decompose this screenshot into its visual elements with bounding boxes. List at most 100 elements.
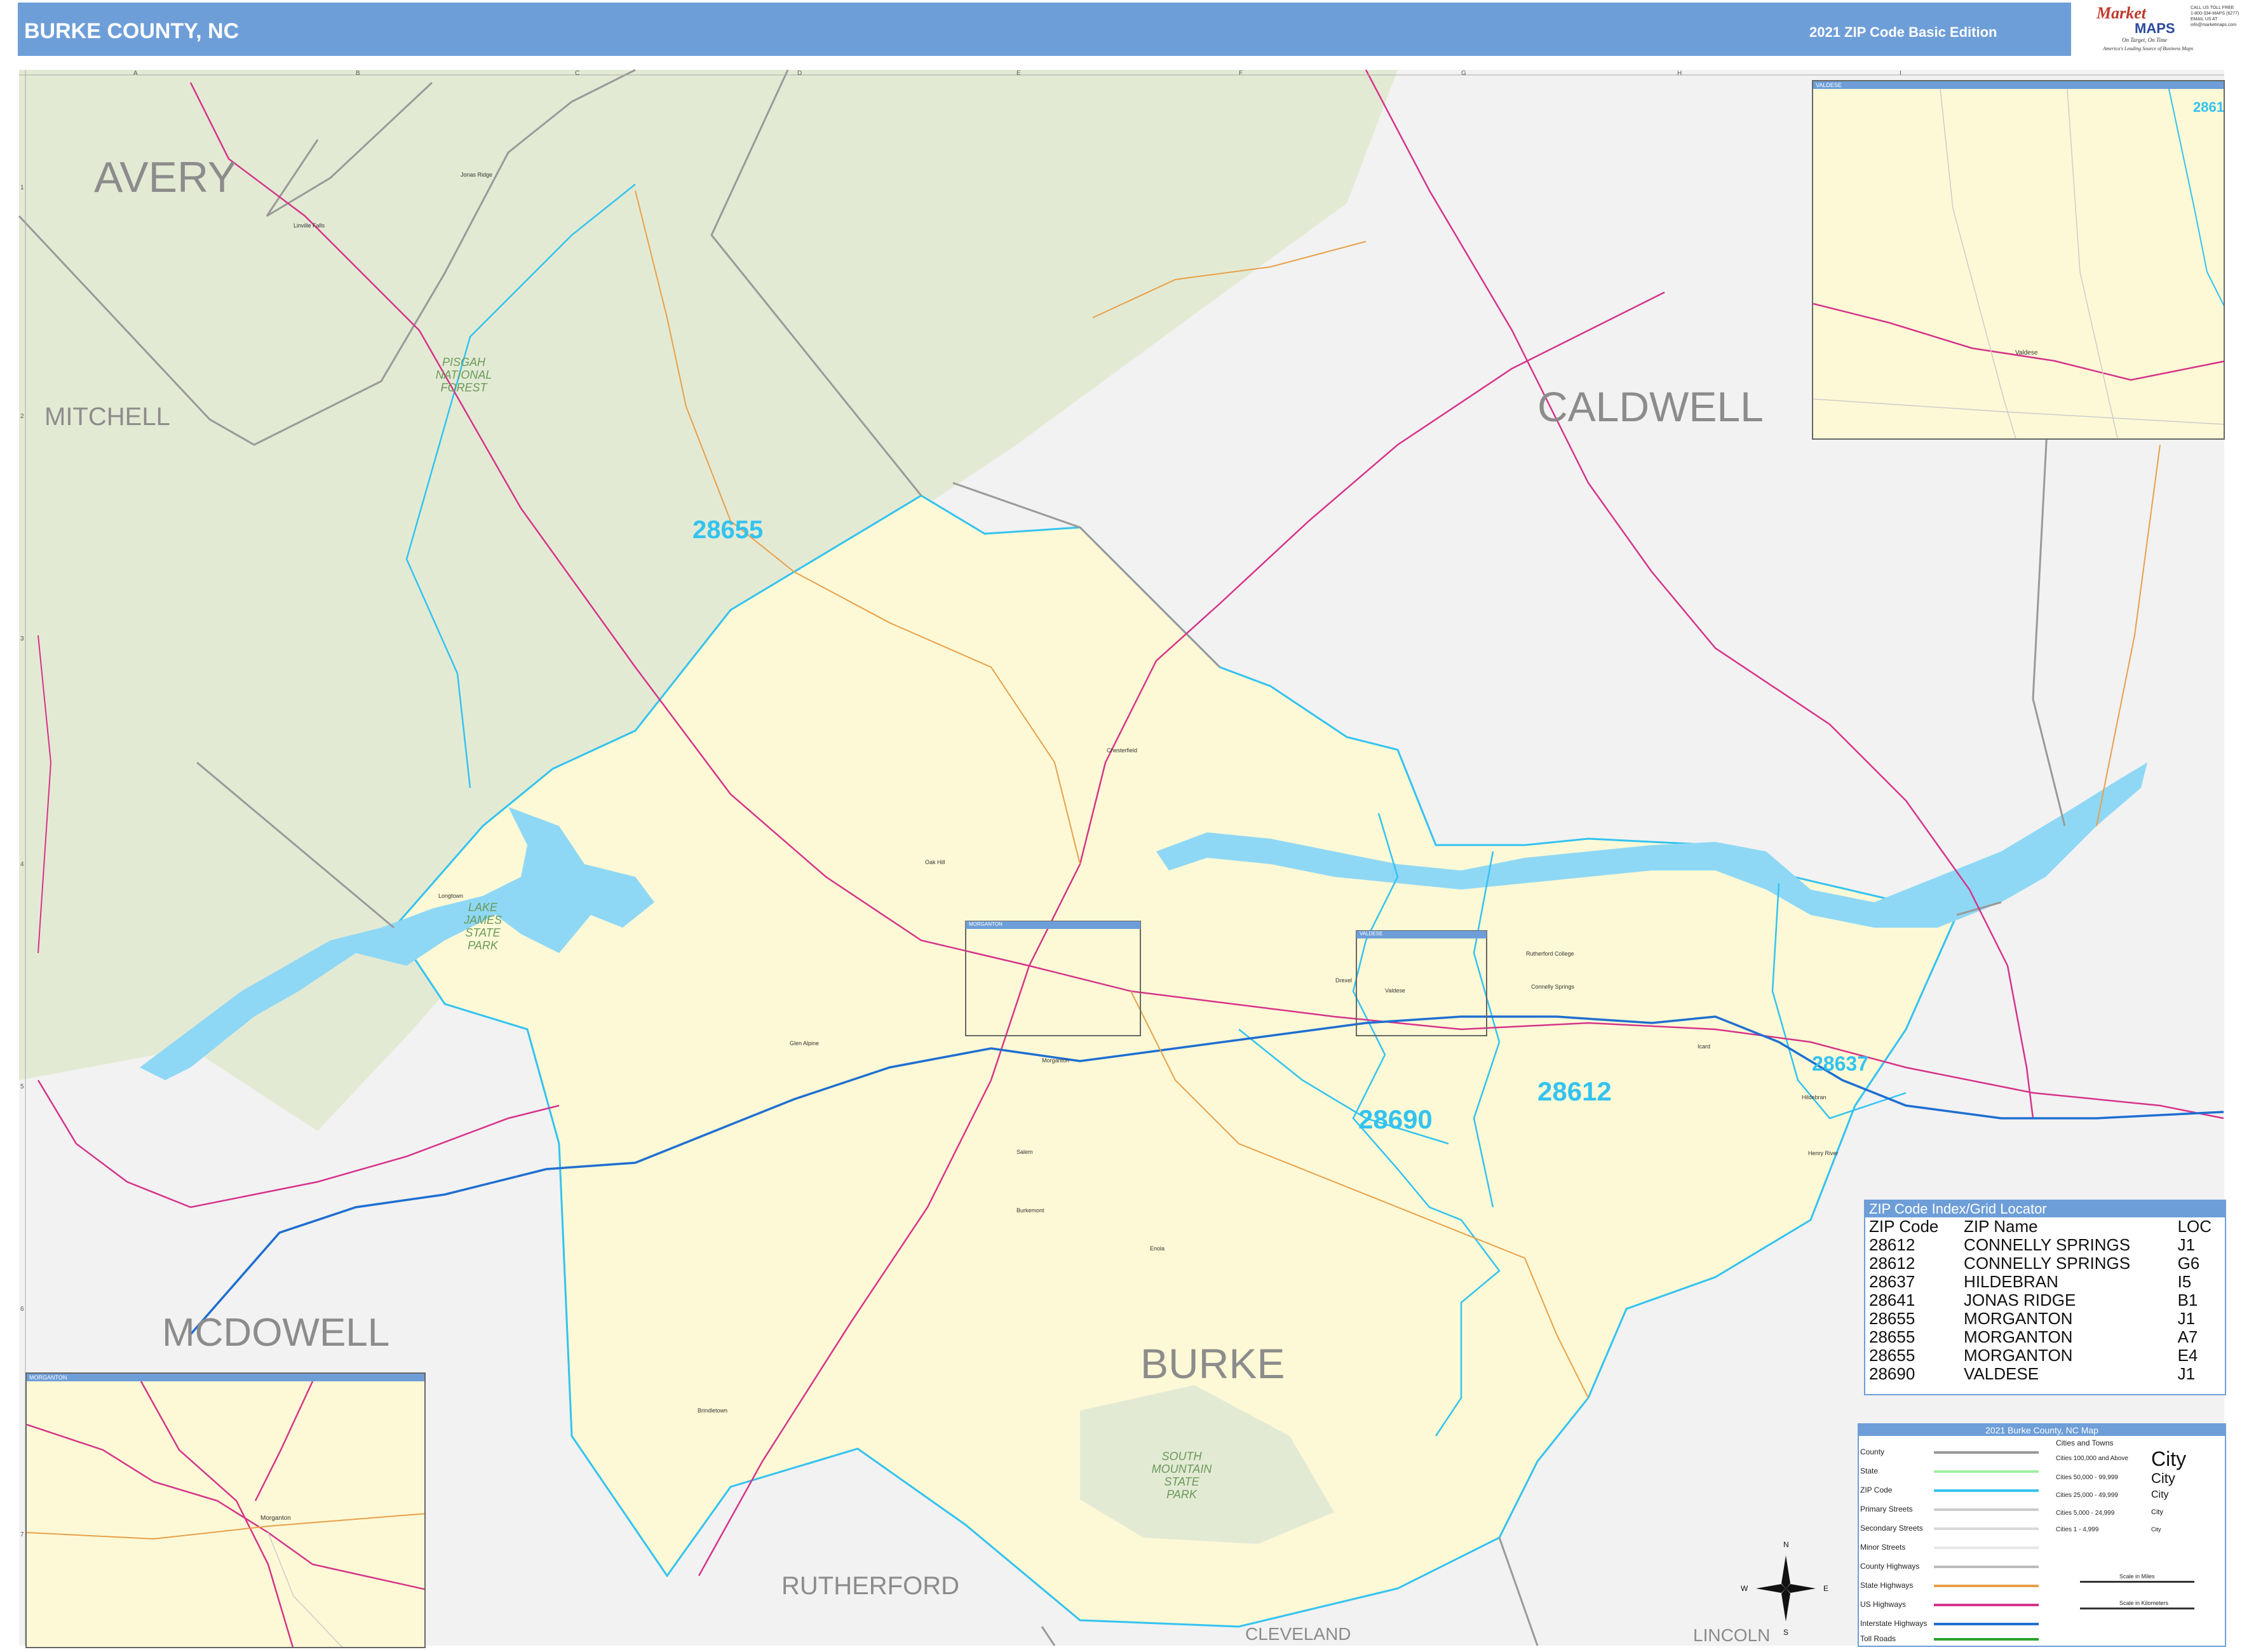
- inset-box-valdese-label: VALDESE: [1360, 931, 1383, 937]
- town-label[interactable]: Connelly Springs: [1531, 984, 1574, 990]
- legend-sample: [1934, 1604, 2039, 1606]
- table-row[interactable]: 28690 VALDESE J1: [1865, 1365, 2225, 1383]
- zip-index-header-row: ZIP Code ZIP Name LOC: [1865, 1217, 2225, 1236]
- zip-name-cell: MORGANTON: [1964, 1346, 2073, 1365]
- town-label[interactable]: Morganton: [1042, 1057, 1069, 1064]
- town-label[interactable]: Henry River: [1808, 1150, 1839, 1156]
- inset-drawing: [27, 1381, 424, 1647]
- legend-city-example: City: [2151, 1447, 2187, 1470]
- legend-cities-title: Cities and Towns: [2056, 1439, 2114, 1447]
- table-row[interactable]: 28655 MORGANTON E4: [1865, 1346, 2225, 1365]
- zip-index-header: ZIP Code: [1869, 1217, 1939, 1236]
- legend-city-range: Cities 25,000 - 49,999: [2056, 1492, 2118, 1499]
- zip-code-index: ZIP Code Index/Grid Locator ZIP Code ZIP…: [1864, 1200, 2226, 1395]
- inset-map-valdese[interactable]: VALDESE 28612 Valdese: [1812, 80, 2225, 440]
- town-label[interactable]: Valdese: [1385, 987, 1405, 994]
- town-label[interactable]: Chesterfield: [1107, 747, 1137, 754]
- legend-sample: [1934, 1508, 2039, 1511]
- park-label-line: STATE: [465, 926, 501, 939]
- zip-index-title: ZIP Code Index/Grid Locator: [1865, 1201, 2225, 1217]
- inset-drawing: [1813, 88, 2224, 438]
- legend-item-label: ZIP Code: [1860, 1486, 1893, 1494]
- county-label-caldwell: CALDWELL: [1537, 383, 1764, 430]
- grid-col-label: H: [1677, 70, 1682, 77]
- loc-cell: A7: [2177, 1327, 2198, 1346]
- loc-cell: G6: [2177, 1254, 2200, 1273]
- zip-index-table: ZIP Code ZIP Name LOC 28612 CONNELLY SPR…: [1865, 1217, 2225, 1383]
- zip-index-header: LOC: [2177, 1217, 2212, 1236]
- zip-label-28655[interactable]: 28655: [692, 516, 763, 545]
- inset-map-morganton[interactable]: MORGANTON Morganton: [25, 1372, 426, 1648]
- town-label[interactable]: Oak Hill: [925, 859, 945, 865]
- inset-zip-label[interactable]: 28612: [2193, 99, 2224, 116]
- zip-cell: 28612: [1869, 1235, 1915, 1254]
- town-label[interactable]: Brindletown: [698, 1407, 727, 1414]
- grid-col-label: G: [1461, 70, 1466, 77]
- park-label-line: PARK: [468, 939, 498, 952]
- grid-row-label: 7: [20, 1531, 24, 1538]
- grid-row-label: 6: [20, 1306, 24, 1313]
- zip-label-28690[interactable]: 28690: [1358, 1104, 1433, 1135]
- zip-index-header: ZIP Name: [1964, 1217, 2038, 1236]
- map-legend: 2021 Burke County, NC Map County State Z…: [1858, 1423, 2226, 1647]
- zip-name-cell: JONAS RIDGE: [1964, 1290, 2076, 1310]
- park-label-line: FOREST: [440, 381, 487, 394]
- grid-row-label: 1: [20, 184, 24, 191]
- town-label[interactable]: Jonas Ridge: [461, 172, 492, 178]
- table-row[interactable]: 28637 HILDEBRAN I5: [1865, 1273, 2225, 1291]
- town-label[interactable]: Salem: [1016, 1149, 1033, 1155]
- table-row[interactable]: 28612 CONNELLY SPRINGS J1: [1865, 1236, 2225, 1254]
- town-label[interactable]: Linville Falls: [294, 222, 325, 229]
- table-row[interactable]: 28641 JONAS RIDGE B1: [1865, 1291, 2225, 1310]
- legend-city-example: City: [2151, 1489, 2169, 1500]
- legend-title: 2021 Burke County, NC Map: [1859, 1425, 2225, 1436]
- town-label[interactable]: Glen Alpine: [790, 1040, 819, 1046]
- grid-col-label: A: [133, 70, 138, 77]
- grid-col-label: D: [797, 70, 802, 77]
- park-label-line: SOUTH: [1161, 1450, 1202, 1463]
- loc-cell: J1: [2177, 1364, 2196, 1383]
- town-label[interactable]: Icard: [1698, 1043, 1710, 1050]
- grid-row-label: 3: [20, 635, 24, 642]
- park-label-line: LAKE: [468, 901, 498, 914]
- legend-item-label: State Highways: [1860, 1581, 1914, 1590]
- legend-city-range: Cities 50,000 - 99,999: [2056, 1474, 2118, 1481]
- park-label-line: PARK: [1166, 1488, 1197, 1501]
- table-row[interactable]: 28655 MORGANTON J1: [1865, 1310, 2225, 1328]
- inset-box-morganton-label: MORGANTON: [969, 921, 1003, 927]
- zip-label-28637[interactable]: 28637: [1812, 1052, 1868, 1076]
- town-label[interactable]: Hildebran: [1802, 1094, 1827, 1100]
- legend-sample: [1934, 1638, 2039, 1641]
- table-row[interactable]: 28655 MORGANTON A7: [1865, 1328, 2225, 1346]
- grid-col-label: I: [1900, 70, 1901, 77]
- legend-sample: [1934, 1527, 2039, 1530]
- legend-item-label: State: [1860, 1466, 1879, 1475]
- county-label-mitchell: MITCHELL: [44, 403, 170, 431]
- legend-city-range: Cities 100,000 and Above: [2056, 1455, 2128, 1462]
- zip-name-cell: MORGANTON: [1964, 1327, 2073, 1346]
- legend-sample: [1934, 1566, 2039, 1568]
- table-row[interactable]: 28612 CONNELLY SPRINGS G6: [1865, 1254, 2225, 1273]
- legend-scale-bar-miles: [2080, 1581, 2194, 1583]
- legend-sample: [1934, 1547, 2039, 1549]
- legend-city-range: Cities 5,000 - 24,999: [2056, 1510, 2115, 1517]
- inset-place-label[interactable]: Morganton: [260, 1515, 291, 1522]
- legend-scale-miles: Scale in Miles: [2119, 1573, 2155, 1580]
- legend-sample: [1934, 1489, 2039, 1492]
- town-label[interactable]: Longtown: [438, 893, 463, 899]
- zip-cell: 28637: [1869, 1272, 1915, 1291]
- town-label[interactable]: Enola: [1150, 1245, 1165, 1252]
- zip-cell: 28612: [1869, 1254, 1915, 1273]
- legend-scale-km: Scale in Kilometers: [2119, 1600, 2169, 1606]
- inset-place-label[interactable]: Valdese: [2015, 349, 2037, 356]
- compass-east: E: [1823, 1584, 1829, 1593]
- grid-col-label: F: [1239, 70, 1243, 77]
- zip-label-28612[interactable]: 28612: [1537, 1076, 1612, 1107]
- compass-south: S: [1783, 1628, 1789, 1637]
- loc-cell: B1: [2177, 1290, 2198, 1310]
- grid-col-label: B: [356, 70, 360, 77]
- town-label[interactable]: Rutherford College: [1526, 951, 1574, 957]
- town-label[interactable]: Burkemont: [1016, 1207, 1044, 1214]
- compass-north: N: [1783, 1540, 1789, 1549]
- town-label[interactable]: Drexel: [1335, 977, 1352, 984]
